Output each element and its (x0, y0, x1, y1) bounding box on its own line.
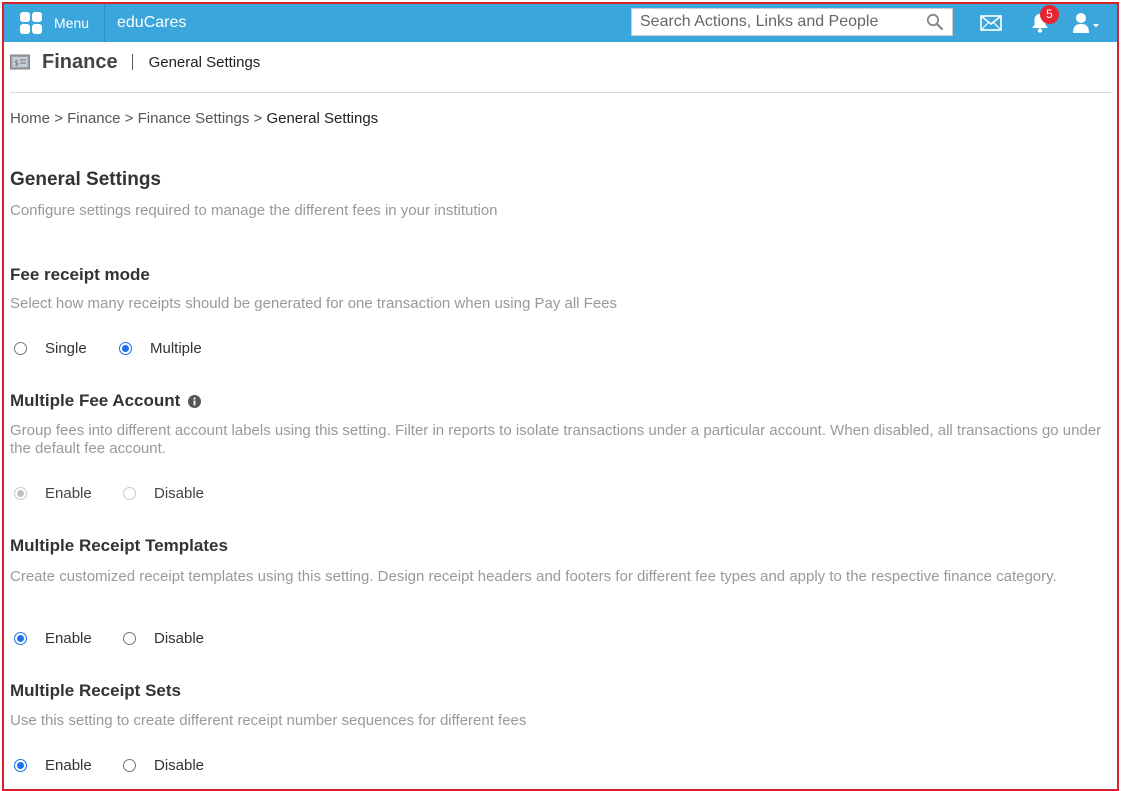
page-header: $ Finance General Settings (10, 48, 260, 76)
section-title: General Settings (10, 169, 161, 190)
setting-title-text: Multiple Fee Account (10, 391, 181, 410)
radio-option-enable[interactable]: Enable (14, 485, 123, 502)
menu-button[interactable]: Menu (10, 4, 105, 42)
setting-description: Use this setting to create different rec… (10, 712, 527, 729)
radio-enable[interactable] (14, 487, 27, 500)
money-icon: $ (10, 54, 30, 70)
header-divider-line (10, 92, 1111, 93)
radio-label: Disable (154, 757, 205, 774)
brand-name[interactable]: eduCares (117, 14, 186, 32)
search-input[interactable] (632, 9, 925, 35)
setting-description: Create customized receipt templates usin… (10, 568, 1057, 585)
breadcrumb-finance-settings[interactable]: Finance Settings (138, 110, 250, 127)
grid-icon (20, 12, 42, 34)
radio-group-multiple-fee-account: Enable Disable (14, 485, 204, 502)
setting-description: Select how many receipts should be gener… (10, 295, 618, 312)
radio-enable[interactable] (14, 632, 27, 645)
radio-option-disable[interactable]: Disable (123, 485, 204, 502)
radio-single[interactable] (14, 342, 27, 355)
radio-group-fee-receipt-mode: Single Multiple (14, 340, 202, 357)
radio-label: Single (45, 340, 87, 357)
setting-title-fee-receipt-mode: Fee receipt mode (10, 265, 150, 285)
breadcrumb: Home > Finance > Finance Settings > Gene… (10, 110, 378, 127)
notification-badge: 5 (1040, 5, 1059, 24)
setting-title-multiple-fee-account: Multiple Fee Account (10, 391, 202, 411)
section-description: Configure settings required to manage th… (10, 202, 498, 219)
top-bar: Menu eduCares 5 (4, 4, 1117, 42)
menu-label: Menu (54, 15, 90, 31)
radio-group-multiple-receipt-templates: Enable Disable (14, 630, 204, 647)
setting-title-text: Multiple Receipt Sets (10, 681, 181, 700)
radio-disable[interactable] (123, 487, 136, 500)
mail-icon[interactable] (980, 14, 1002, 32)
page-subtitle: General Settings (148, 53, 261, 71)
radio-label: Enable (45, 757, 92, 774)
setting-description: Group fees into different account labels… (10, 422, 1102, 457)
radio-label: Enable (45, 485, 92, 502)
setting-title-multiple-receipt-sets: Multiple Receipt Sets (10, 681, 181, 701)
radio-label: Disable (154, 630, 205, 647)
setting-title-multiple-receipt-templates: Multiple Receipt Templates (10, 536, 228, 556)
radio-option-single[interactable]: Single (14, 340, 119, 357)
svg-text:$: $ (14, 59, 19, 68)
app-frame: Menu eduCares 5 (2, 2, 1119, 791)
user-icon[interactable] (1072, 12, 1100, 34)
radio-disable[interactable] (123, 759, 136, 772)
radio-label: Disable (154, 485, 205, 502)
radio-option-enable[interactable]: Enable (14, 630, 123, 647)
header-divider (131, 54, 133, 70)
radio-option-disable[interactable]: Disable (123, 630, 204, 647)
info-icon[interactable] (188, 394, 202, 408)
setting-title-text: Fee receipt mode (10, 265, 150, 284)
radio-multiple[interactable] (119, 342, 132, 355)
page-title: Finance (42, 50, 118, 73)
radio-label: Enable (45, 630, 92, 647)
breadcrumb-finance[interactable]: Finance (67, 110, 120, 127)
radio-label: Multiple (150, 340, 202, 357)
breadcrumb-current: General Settings (266, 110, 379, 127)
breadcrumb-separator: > (124, 110, 134, 127)
radio-option-enable[interactable]: Enable (14, 757, 123, 774)
radio-enable[interactable] (14, 759, 27, 772)
setting-title-text: Multiple Receipt Templates (10, 536, 228, 555)
radio-option-disable[interactable]: Disable (123, 757, 204, 774)
radio-disable[interactable] (123, 632, 136, 645)
breadcrumb-separator: > (54, 110, 63, 127)
search-box (631, 8, 953, 36)
search-icon[interactable] (926, 13, 944, 31)
radio-group-multiple-receipt-sets: Enable Disable (14, 757, 204, 774)
breadcrumb-home[interactable]: Home (10, 110, 50, 127)
breadcrumb-separator: > (253, 110, 263, 127)
radio-option-multiple[interactable]: Multiple (119, 340, 202, 357)
